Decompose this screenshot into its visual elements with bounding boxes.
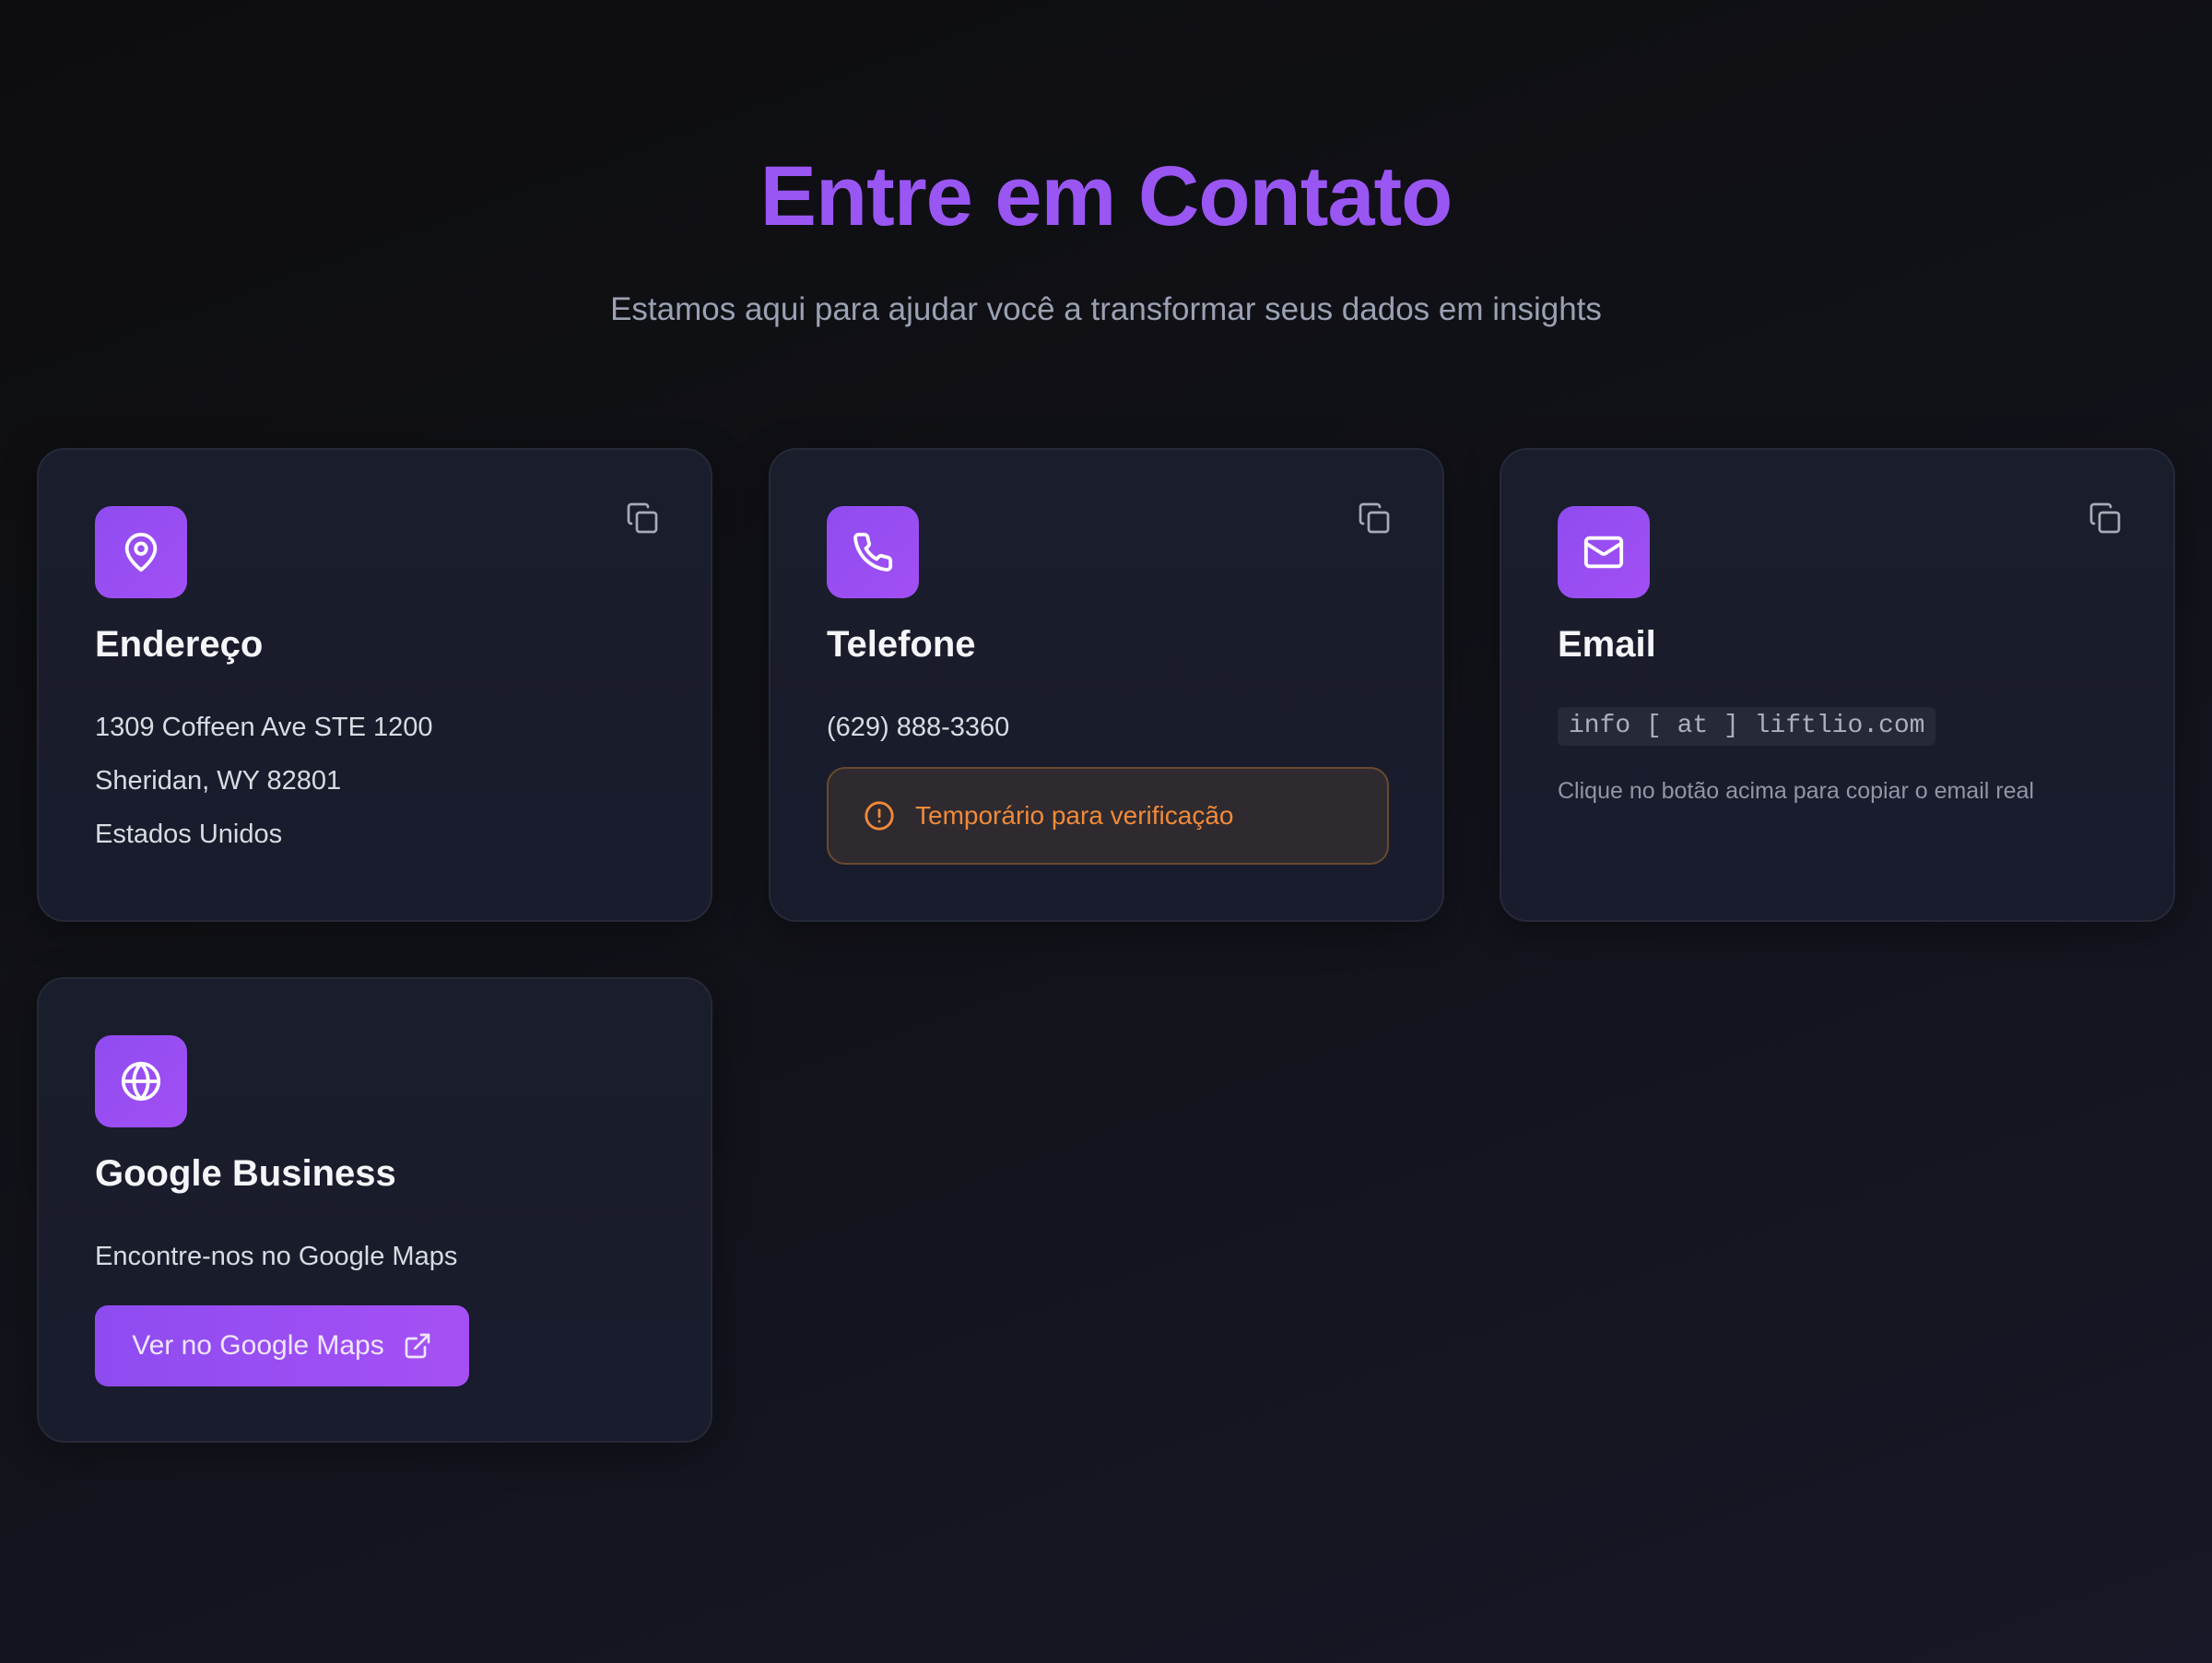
- copy-icon: [2089, 502, 2121, 534]
- mail-icon: [1558, 506, 1650, 598]
- google-business-description: Encontre-nos no Google Maps: [95, 1242, 458, 1271]
- contact-page: Entre em Contato Estamos aqui para ajuda…: [0, 0, 2212, 1663]
- email-address: info [ at ] liftlio.com: [1558, 707, 1936, 746]
- phone-warning-text: Temporário para verificação: [915, 801, 1234, 830]
- address-line-2: Sheridan, WY 82801: [95, 766, 342, 796]
- external-link-icon: [405, 1333, 430, 1359]
- copy-address-button[interactable]: [622, 498, 663, 538]
- email-title: Email: [1558, 624, 1656, 665]
- globe-icon: [95, 1035, 187, 1127]
- email-hint: Clique no botão acima para copiar o emai…: [1558, 778, 2034, 804]
- view-google-maps-button[interactable]: Ver no Google Maps: [95, 1305, 469, 1386]
- address-line-1: 1309 Coffeen Ave STE 1200: [95, 713, 433, 742]
- address-line-3: Estados Unidos: [95, 820, 283, 849]
- address-card: Endereço 1309 Coffeen Ave STE 1200 Sheri…: [37, 448, 712, 922]
- address-title: Endereço: [95, 624, 264, 665]
- page-subtitle: Estamos aqui para ajudar você a transfor…: [610, 291, 1602, 327]
- alert-circle-icon: [865, 801, 894, 831]
- google-business-title: Google Business: [95, 1153, 396, 1194]
- page-title: Entre em Contato: [759, 149, 1453, 243]
- phone-number: (629) 888-3360: [827, 713, 1010, 742]
- phone-icon: [827, 506, 919, 598]
- email-card: Email info [ at ] liftlio.com Clique no …: [1500, 448, 2175, 922]
- phone-title: Telefone: [827, 624, 976, 665]
- copy-icon: [627, 502, 658, 534]
- map-pin-icon: [95, 506, 187, 598]
- phone-warning-notice: Temporário para verificação: [827, 767, 1389, 865]
- copy-phone-button[interactable]: [1354, 498, 1394, 538]
- copy-email-button[interactable]: [2085, 498, 2125, 538]
- copy-icon: [1359, 502, 1390, 534]
- phone-card: Telefone (629) 888-3360 Temporário para …: [769, 448, 1444, 922]
- view-google-maps-label: Ver no Google Maps: [132, 1330, 384, 1361]
- google-business-card: Google Business Encontre-nos no Google M…: [37, 977, 712, 1443]
